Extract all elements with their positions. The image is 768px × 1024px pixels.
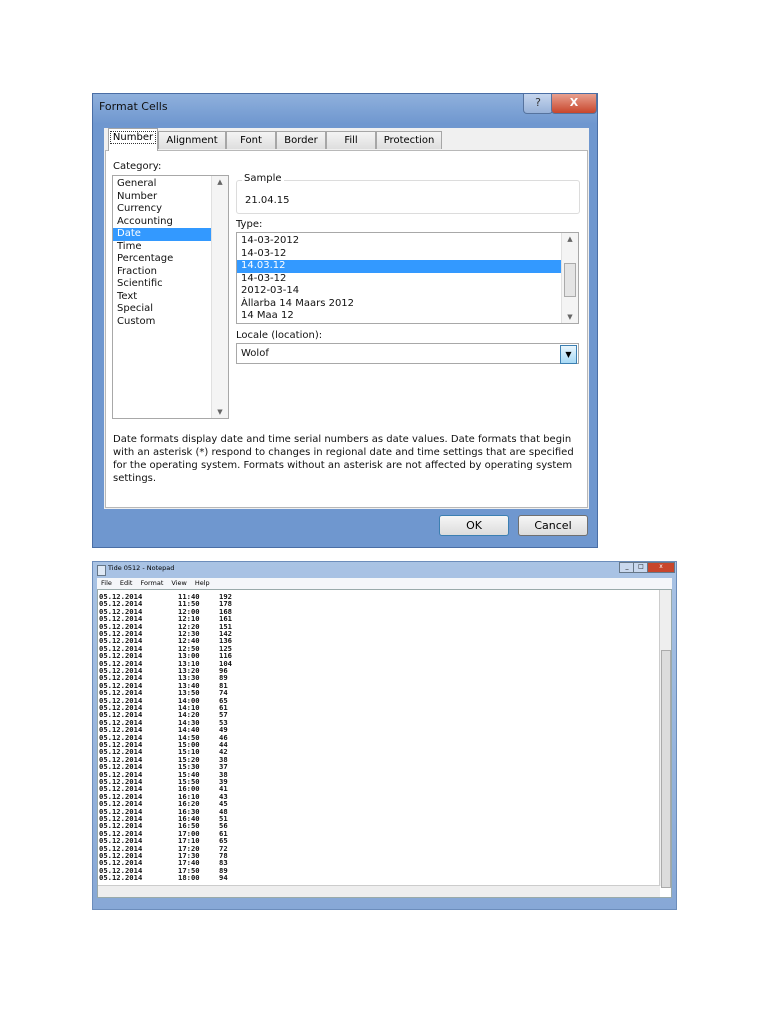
tab-border[interactable]: Border — [276, 131, 326, 149]
line-time: 18:00 — [178, 873, 200, 883]
close-button[interactable]: X — [551, 94, 597, 114]
category-item[interactable]: Fraction — [113, 266, 212, 279]
line-value: 94 — [219, 873, 228, 883]
locale-value: Wolof — [241, 348, 269, 359]
type-item[interactable]: 14.03.12 — [237, 260, 561, 273]
menu-format[interactable]: Format — [140, 579, 163, 587]
notepad-window: Tide 0512 - Notepad _ □ x File Edit Format… — [92, 561, 677, 910]
tab-fill[interactable]: Fill — [326, 131, 376, 149]
type-label: Type: — [236, 219, 263, 230]
dialog-title: Format Cells — [99, 100, 168, 113]
type-item[interactable]: Àllarba 14 Maars 2012 — [237, 298, 561, 311]
category-item[interactable]: Number — [113, 191, 212, 204]
locale-select[interactable]: Wolof ▼ — [236, 343, 579, 364]
dialog-body: Number Alignment Font Border Fill Protec… — [104, 128, 589, 509]
category-item[interactable]: Accounting — [113, 216, 212, 229]
sample-group: Sample 21.04.15 — [236, 173, 580, 214]
notepad-text-area[interactable]: 05.12.2014 11:40 192 05.12.2014 11:50 178 05.1… — [97, 589, 672, 898]
category-item[interactable]: Percentage — [113, 253, 212, 266]
menu-bar: File Edit Format View Help — [97, 578, 672, 589]
category-item[interactable]: Scientific — [113, 278, 212, 291]
menu-edit[interactable]: Edit — [120, 579, 133, 587]
type-item[interactable]: 14-03-12 — [237, 273, 561, 286]
category-item[interactable]: Currency — [113, 203, 212, 216]
category-scrollbar[interactable]: ▲ ▼ — [211, 176, 228, 418]
line-date: 05.12.2014 — [99, 873, 143, 883]
category-item[interactable]: Special — [113, 303, 212, 316]
menu-view[interactable]: View — [171, 579, 186, 587]
tab-number[interactable]: Number — [108, 128, 158, 151]
type-item[interactable]: 14-03-2012 — [237, 235, 561, 248]
menu-help[interactable]: Help — [195, 579, 210, 587]
category-label: Category: — [113, 161, 162, 172]
type-item[interactable]: 2012-03-14 — [237, 285, 561, 298]
format-description: Date formats display date and time seria… — [113, 434, 574, 484]
category-item[interactable]: General — [113, 178, 212, 191]
type-scrollbar[interactable]: ▲ ▼ — [561, 233, 578, 323]
help-button[interactable]: ? — [523, 94, 553, 114]
format-cells-dialog: Format Cells ? X Number Alignment Font B… — [92, 93, 598, 548]
tab-label: Number — [109, 131, 157, 144]
notepad-title: Tide 0512 - Notepad — [108, 564, 175, 572]
tab-font[interactable]: Font — [226, 131, 276, 149]
tab-protection[interactable]: Protection — [376, 131, 442, 149]
horizontal-scrollbar[interactable] — [98, 885, 660, 897]
menu-file[interactable]: File — [101, 579, 112, 587]
category-item[interactable]: Date — [113, 228, 212, 241]
notepad-close-button[interactable]: x — [647, 562, 675, 573]
cancel-button[interactable]: Cancel — [518, 515, 588, 536]
chevron-down-icon[interactable]: ▼ — [560, 345, 577, 364]
type-item[interactable]: 14 Maa 12 — [237, 310, 561, 323]
locale-label: Locale (location): — [236, 330, 323, 341]
ok-button[interactable]: OK — [439, 515, 509, 536]
type-list[interactable]: 14-03-2012 14-03-12 14.03.12 14-03-12 2012-0… — [236, 232, 579, 324]
scroll-thumb[interactable] — [661, 650, 671, 888]
category-item[interactable]: Custom — [113, 316, 212, 329]
sample-value: 21.04.15 — [245, 195, 290, 206]
category-item[interactable]: Time — [113, 241, 212, 254]
sample-label: Sample — [242, 173, 284, 184]
tab-alignment[interactable]: Alignment — [158, 131, 226, 149]
category-item[interactable]: Text — [113, 291, 212, 304]
notepad-icon — [97, 565, 106, 576]
vertical-scrollbar[interactable] — [659, 590, 671, 888]
category-list[interactable]: General Number Currency Accounting Date Time P… — [112, 175, 229, 419]
type-item[interactable]: 14-03-12 — [237, 248, 561, 261]
scroll-thumb[interactable] — [564, 263, 576, 297]
